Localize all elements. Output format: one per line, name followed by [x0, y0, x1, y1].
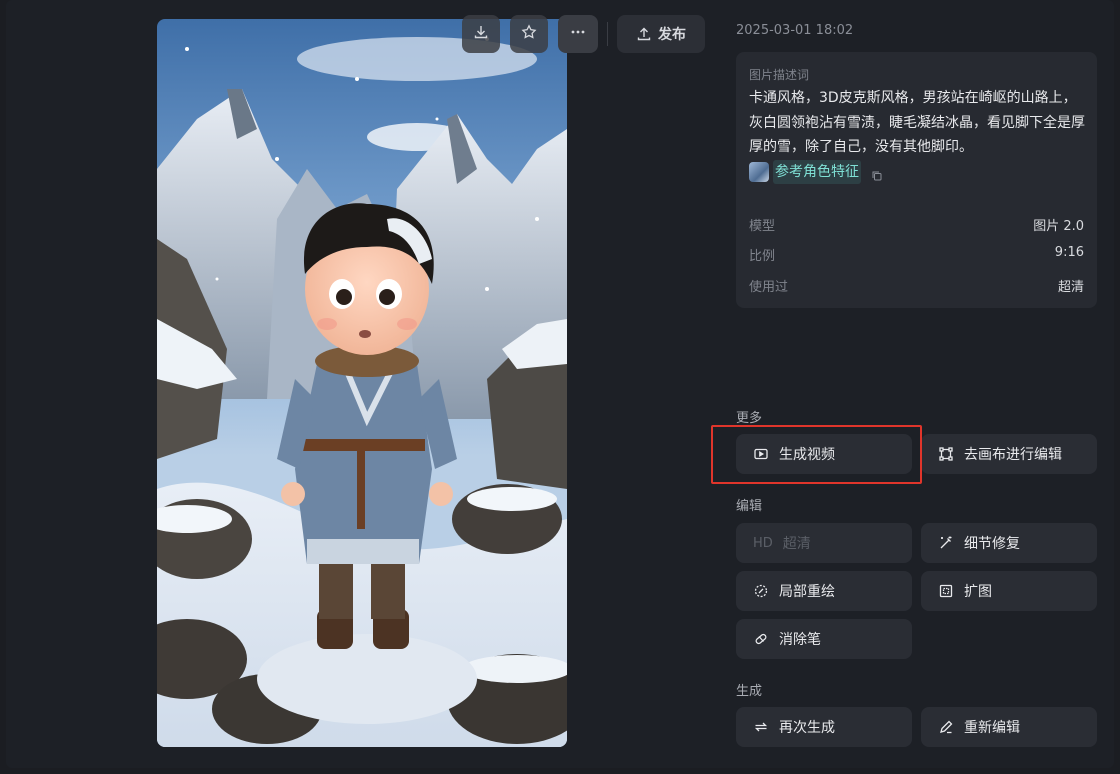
- description-text-block: 卡通风格，3D皮克斯风格，男孩站在崎岖的山路上，灰白圆领袍沾有雪渍，睫毛凝结冰晶…: [749, 86, 1085, 184]
- eraser-label: 消除笔: [779, 632, 821, 648]
- meta-value: 图片 2.0: [1033, 219, 1084, 234]
- expand-icon: [938, 583, 954, 599]
- description-label: 图片描述词: [749, 68, 810, 82]
- upload-icon: [636, 26, 652, 42]
- refresh-icon: [753, 719, 769, 735]
- pencil-icon: [938, 719, 954, 735]
- meta-key: 模型: [749, 219, 776, 234]
- hd-upscale-button[interactable]: HD 超清: [736, 523, 912, 563]
- canvas-icon: [938, 446, 954, 462]
- star-icon: [521, 24, 537, 44]
- reference-thumbnail: [749, 161, 769, 182]
- download-button[interactable]: [462, 15, 500, 53]
- partial-redraw-label: 局部重绘: [779, 584, 835, 600]
- detail-repair-button[interactable]: 细节修复: [921, 523, 1097, 563]
- eraser-icon: [753, 631, 769, 647]
- brush-icon: [753, 583, 769, 599]
- canvas-edit-button[interactable]: 去画布进行编辑: [921, 434, 1097, 474]
- favorite-button[interactable]: [510, 15, 548, 53]
- meta-row-ratio: 比例 9:16: [749, 245, 1084, 264]
- highlight-annotation: [711, 425, 922, 484]
- more-icon: [570, 24, 586, 44]
- meta-value: 9:16: [1054, 245, 1084, 260]
- copy-icon[interactable]: [871, 166, 883, 181]
- download-icon: [473, 24, 489, 44]
- section-edit-label: 编辑: [736, 499, 763, 514]
- image-illustration: [157, 19, 567, 747]
- magic-wand-icon: [938, 535, 954, 551]
- regenerate-button[interactable]: 再次生成: [736, 707, 912, 747]
- meta-row-used: 使用过 超清: [749, 276, 1084, 295]
- reference-character-link[interactable]: 参考角色特征: [749, 159, 861, 184]
- more-button[interactable]: [558, 15, 598, 53]
- meta-key: 比例: [749, 249, 776, 264]
- section-more-label: 更多: [736, 411, 763, 426]
- section-generate-label: 生成: [736, 684, 763, 699]
- detail-repair-label: 细节修复: [964, 536, 1020, 552]
- generated-image[interactable]: [157, 19, 567, 747]
- canvas-edit-label: 去画布进行编辑: [964, 447, 1062, 463]
- partial-redraw-button[interactable]: 局部重绘: [736, 571, 912, 611]
- meta-row-model: 模型 图片 2.0: [749, 215, 1084, 234]
- re-edit-button[interactable]: 重新编辑: [921, 707, 1097, 747]
- meta-key: 使用过: [749, 280, 789, 295]
- toolbar-divider: [607, 22, 608, 46]
- eraser-button[interactable]: 消除笔: [736, 619, 912, 659]
- hd-badge: HD: [753, 535, 773, 551]
- reference-link-label: 参考角色特征: [773, 159, 861, 184]
- hd-upscale-label: 超清: [782, 536, 811, 552]
- publish-button[interactable]: 发布: [617, 15, 705, 53]
- description-card: 图片描述词 卡通风格，3D皮克斯风格，男孩站在崎岖的山路上，灰白圆领袍沾有雪渍，…: [736, 52, 1097, 308]
- expand-image-button[interactable]: 扩图: [921, 571, 1097, 611]
- regenerate-label: 再次生成: [779, 720, 835, 736]
- publish-label: 发布: [658, 27, 686, 43]
- re-edit-label: 重新编辑: [964, 720, 1020, 736]
- expand-image-label: 扩图: [964, 584, 992, 600]
- meta-value: 超清: [1057, 280, 1084, 295]
- description-text: 卡通风格，3D皮克斯风格，男孩站在崎岖的山路上，灰白圆领袍沾有雪渍，睫毛凝结冰晶…: [749, 90, 1085, 155]
- created-timestamp: 2025-03-01 18:02: [736, 23, 854, 38]
